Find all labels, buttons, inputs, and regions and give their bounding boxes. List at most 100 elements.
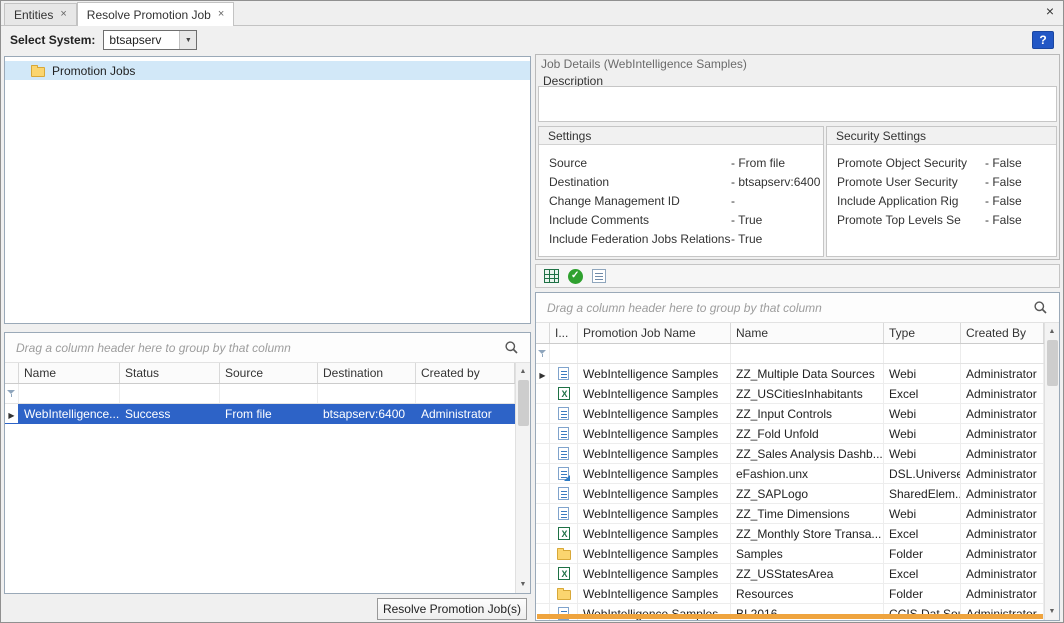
help-button[interactable]: ? xyxy=(1032,31,1054,49)
column-header[interactable]: Name xyxy=(731,323,884,343)
object-name-cell: ZZ_Input Controls xyxy=(731,404,884,424)
setting-key: Include Comments xyxy=(549,213,731,227)
filter-cell[interactable] xyxy=(884,344,961,363)
filter-cell[interactable] xyxy=(578,344,731,363)
row-indicator xyxy=(536,384,550,404)
scroll-up-icon[interactable] xyxy=(517,365,530,378)
left-group-by-bar[interactable]: Drag a column header here to group by th… xyxy=(5,333,530,363)
filter-cell[interactable] xyxy=(19,384,120,403)
setting-key: Destination xyxy=(549,175,731,189)
object-row[interactable]: WebIntelligence SamplesZZ_Multiple Data … xyxy=(536,364,1044,384)
filter-cell[interactable] xyxy=(120,384,220,403)
universe-icon xyxy=(558,467,569,480)
object-type-cell: Excel xyxy=(884,564,961,584)
details-icon[interactable] xyxy=(592,269,606,283)
right-grid-scrollbar[interactable] xyxy=(1044,323,1059,620)
setting-value: - False xyxy=(985,213,1022,227)
right-group-by-bar[interactable]: Drag a column header here to group by th… xyxy=(536,293,1059,323)
tree-item-promotion-jobs[interactable]: Promotion Jobs xyxy=(5,61,530,80)
setting-row: Include Application Rig- False xyxy=(827,191,1056,210)
object-type-cell: SharedElem... xyxy=(884,484,961,504)
webi-icon xyxy=(558,367,569,380)
scroll-up-icon[interactable] xyxy=(1046,325,1059,338)
filter-cell[interactable] xyxy=(731,344,884,363)
object-type-cell: Excel xyxy=(884,384,961,404)
column-header[interactable]: Source xyxy=(220,363,318,383)
object-row[interactable]: WebIntelligence SampleseFashion.unxDSL.U… xyxy=(536,464,1044,484)
filter-cell[interactable] xyxy=(220,384,318,403)
object-row[interactable]: WebIntelligence SamplesResourcesFolderAd… xyxy=(536,584,1044,604)
search-icon[interactable] xyxy=(504,340,519,355)
excel-icon xyxy=(558,527,570,540)
column-header[interactable]: Created by xyxy=(416,363,515,383)
resolve-promotion-job-button[interactable]: Resolve Promotion Job(s) xyxy=(377,598,527,620)
object-icon-cell xyxy=(550,564,578,584)
scroll-down-icon[interactable] xyxy=(517,578,530,591)
object-type-cell: Webi xyxy=(884,404,961,424)
object-row[interactable]: WebIntelligence SamplesZZ_USStatesAreaEx… xyxy=(536,564,1044,584)
search-icon[interactable] xyxy=(1033,300,1048,315)
column-header[interactable]: Type xyxy=(884,323,961,343)
object-row[interactable]: WebIntelligence SamplesZZ_Time Dimension… xyxy=(536,504,1044,524)
column-header[interactable]: Name xyxy=(19,363,120,383)
column-header[interactable]: Status xyxy=(120,363,220,383)
tab-resolve-promotion-job[interactable]: Resolve Promotion Job × xyxy=(77,2,235,26)
tab-entities[interactable]: Entities × xyxy=(4,3,77,25)
promotion-job-name-cell: WebIntelligence Samples xyxy=(578,384,731,404)
object-row[interactable]: WebIntelligence SamplesZZ_Sales Analysis… xyxy=(536,444,1044,464)
filter-icon-cell xyxy=(5,384,19,403)
object-row[interactable]: WebIntelligence SamplesZZ_Fold UnfoldWeb… xyxy=(536,424,1044,444)
object-type-cell: Webi xyxy=(884,504,961,524)
object-icon-cell xyxy=(550,544,578,564)
setting-key: Include Federation Jobs Relationship xyxy=(549,232,731,246)
object-row[interactable]: WebIntelligence SamplesZZ_USCitiesInhabi… xyxy=(536,384,1044,404)
object-name-cell: ZZ_Sales Analysis Dashb... xyxy=(731,444,884,464)
tab-close-icon[interactable]: × xyxy=(218,9,224,20)
created-by-cell: Administrator xyxy=(961,464,1044,484)
scroll-thumb[interactable] xyxy=(1047,340,1058,386)
filter-cell[interactable] xyxy=(318,384,416,403)
promotion-job-name-cell: WebIntelligence Samples xyxy=(578,584,731,604)
row-indicator xyxy=(536,444,550,464)
object-type-cell: Folder xyxy=(884,584,961,604)
object-icon-cell xyxy=(550,484,578,504)
object-row[interactable]: WebIntelligence SamplesZZ_Monthly Store … xyxy=(536,524,1044,544)
column-header[interactable]: Promotion Job Name xyxy=(578,323,731,343)
column-header[interactable]: Created By xyxy=(961,323,1044,343)
row-indicator xyxy=(536,584,550,604)
webi-icon xyxy=(558,507,569,520)
objects-grid: Drag a column header here to group by th… xyxy=(535,292,1060,621)
column-header[interactable]: Destination xyxy=(318,363,416,383)
settings-title: Settings xyxy=(539,127,823,145)
filter-cell[interactable] xyxy=(416,384,515,403)
promotion-job-row[interactable]: WebIntelligence...SuccessFrom filebtsaps… xyxy=(5,404,515,424)
main-content: Promotion Jobs Drag a column header here… xyxy=(1,54,1063,622)
filter-icon-cell xyxy=(536,344,550,363)
webi-icon xyxy=(558,447,569,460)
system-combobox[interactable]: btsapserv xyxy=(103,30,197,50)
select-system-label: Select System: xyxy=(10,33,95,47)
scroll-thumb[interactable] xyxy=(518,380,529,426)
scroll-down-icon[interactable] xyxy=(1046,605,1059,618)
check-icon[interactable] xyxy=(568,269,583,284)
security-settings-groupbox: Security Settings Promote Object Securit… xyxy=(826,126,1057,257)
chevron-down-icon[interactable] xyxy=(179,31,196,49)
setting-key: Source xyxy=(549,156,731,170)
job-details-title: Job Details (WebIntelligence Samples) xyxy=(536,55,1059,73)
setting-key: Include Application Rig xyxy=(837,194,985,208)
filter-cell[interactable] xyxy=(961,344,1044,363)
object-row[interactable]: WebIntelligence SamplesZZ_SAPLogoSharedE… xyxy=(536,484,1044,504)
right-grid-filter xyxy=(536,344,1044,364)
object-row[interactable]: WebIntelligence SamplesZZ_Input Controls… xyxy=(536,404,1044,424)
promotion-job-name-cell: WebIntelligence Samples xyxy=(578,364,731,384)
tab-close-icon[interactable]: × xyxy=(60,9,66,20)
object-row[interactable]: WebIntelligence SamplesSamplesFolderAdmi… xyxy=(536,544,1044,564)
object-icon-cell xyxy=(550,424,578,444)
left-grid-scrollbar[interactable] xyxy=(515,363,530,593)
export-excel-icon[interactable] xyxy=(544,269,559,283)
object-type-cell: Folder xyxy=(884,544,961,564)
setting-value: - False xyxy=(985,156,1022,170)
filter-cell[interactable] xyxy=(550,344,578,363)
window-close-icon[interactable]: × xyxy=(1046,4,1054,18)
column-header[interactable]: I... xyxy=(550,323,578,343)
